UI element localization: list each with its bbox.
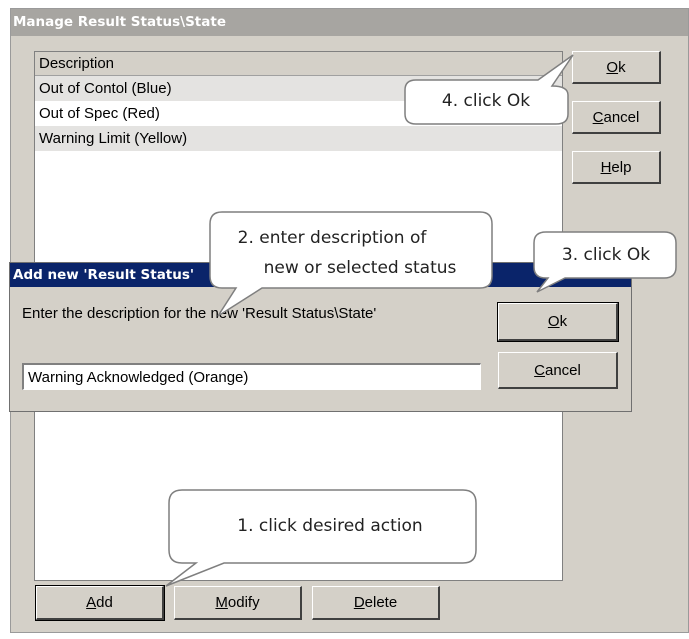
callout-step1-text: 1. click desired action [237,516,423,536]
callout-step4-bubble [404,54,574,125]
callout-step3-text: 3. click Ok [561,245,651,265]
callout-step2-text-line1: 2. enter description of [237,228,427,248]
callout-overlay [165,54,677,587]
callout-step4-text: 4. click Ok [441,91,531,111]
callout-step1-bubble [165,489,477,587]
callout-step2-text-line2: new or selected status [263,258,457,278]
